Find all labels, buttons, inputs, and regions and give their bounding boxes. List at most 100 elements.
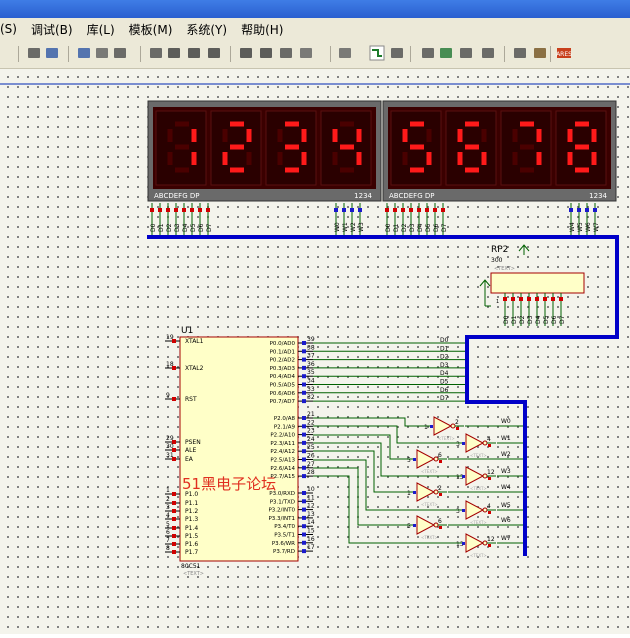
rp2-pin-marker xyxy=(511,297,515,301)
redo-icon[interactable] xyxy=(76,45,92,61)
inverter-4-out-num: 2 xyxy=(438,485,442,492)
make-device-icon[interactable] xyxy=(278,45,294,61)
u1-left-pin-number: 3 xyxy=(166,504,170,511)
u1-p0-pin-marker xyxy=(302,399,306,404)
inverter-4-out-marker xyxy=(439,493,442,496)
block-move-icon[interactable] xyxy=(186,45,202,61)
inverter-6-in-marker xyxy=(413,524,416,527)
u1-p3-pin-marker xyxy=(302,540,306,545)
pick-device-icon[interactable] xyxy=(258,45,274,61)
electrical-rule-check-icon[interactable] xyxy=(532,45,548,61)
u1-left-pin-marker xyxy=(172,509,176,513)
display-right-com-pin-label: W7 xyxy=(593,222,600,232)
display-left-com-pin-label: W2 xyxy=(350,222,357,232)
inverter-7-text: <TEXT> xyxy=(470,553,487,558)
u1-p0-pin-marker xyxy=(302,349,306,354)
inverter-0-body xyxy=(433,416,453,436)
inverter-7-out-num: 12 xyxy=(487,536,495,543)
inverter-0-out-marker xyxy=(456,427,459,430)
display-left-seg-pin-marker xyxy=(166,208,170,212)
title-bar xyxy=(0,0,630,18)
wire-autorouter-icon[interactable] xyxy=(369,45,385,61)
u1-left-pin-number: 30 xyxy=(166,443,174,450)
arrow-icon[interactable] xyxy=(26,45,42,61)
copy-icon[interactable] xyxy=(112,45,128,61)
u1-p2-pin-name: P2.1/A9 xyxy=(274,424,296,430)
rp2-ref: RP2 xyxy=(491,245,508,255)
u1-p3-pin-number: 17 xyxy=(307,544,315,551)
inverter-5-body xyxy=(465,500,485,520)
block-copy-icon[interactable] xyxy=(166,45,182,61)
u1-left-pin-number: 31 xyxy=(166,452,174,459)
u1-p2-pin-marker xyxy=(302,432,306,437)
inverter-1-in-num: 3 xyxy=(456,441,460,448)
u1-left-pin-name: P1.6 xyxy=(185,541,198,548)
inverter-1-out-marker xyxy=(488,444,491,447)
display-left-seg-pin-marker xyxy=(158,208,162,212)
inverter-net-label: W3 xyxy=(501,468,511,475)
u1-p3-pin-name: P3.3/INT1 xyxy=(268,516,295,522)
menu-item-5[interactable]: 帮助(H) xyxy=(234,21,290,38)
inverter-3-text: <TEXT> xyxy=(470,486,487,491)
package-tool-icon[interactable] xyxy=(298,45,314,61)
u1-p3-pin-number: 13 xyxy=(307,511,315,518)
exit-to-parent-icon[interactable] xyxy=(480,45,496,61)
u1-left-pin-number: 18 xyxy=(166,361,174,368)
toolbar-separator xyxy=(140,46,141,62)
menu-item-4[interactable]: 系统(Y) xyxy=(179,21,234,38)
u1-p3-pin-name: P3.5/T1 xyxy=(274,533,295,539)
inverter-5-out-num: 4 xyxy=(487,503,491,510)
u1-p0-pin-marker xyxy=(302,357,306,362)
inverter-5-text: <TEXT> xyxy=(470,520,487,525)
u1-p0-pin-number: 35 xyxy=(307,369,315,376)
inverter-net-label: W1 xyxy=(501,435,511,442)
display-left-segment-label: ABCDEFG DP xyxy=(154,192,199,200)
rp2-pin-label: D2 xyxy=(519,315,526,324)
p2-wire xyxy=(313,450,413,493)
p0-net-label: D4 xyxy=(440,370,449,377)
display-right-seg-pin-label: D7 xyxy=(441,223,448,232)
bill-of-materials-icon[interactable] xyxy=(512,45,528,61)
inverter-6-in-num: 5 xyxy=(407,523,411,530)
u1-left-pin-number: 4 xyxy=(166,512,170,519)
u1-left-pin-name: RST xyxy=(185,396,197,403)
cut-icon[interactable] xyxy=(94,45,110,61)
u1-p0-pin-name: P0.5/AD5 xyxy=(270,383,296,389)
menu-item-3[interactable]: 模板(M) xyxy=(122,21,180,38)
block-delete-icon[interactable] xyxy=(238,45,254,61)
u1-p2-pin-marker xyxy=(302,457,306,462)
netlist-to-ares-icon[interactable]: ARES xyxy=(556,45,572,61)
inverter-2-body xyxy=(416,449,436,469)
menu-item-1[interactable]: 调试(B) xyxy=(24,21,80,38)
toolbar-separator xyxy=(330,46,331,62)
display-left-com-pin-marker xyxy=(358,208,362,212)
u1-left-pin-name: EA xyxy=(185,456,194,463)
display-left-seg-pin-label: D6 xyxy=(198,223,205,232)
display-left-com-pin-label: W3 xyxy=(358,222,365,232)
display-left-seg-pin-label: D2 xyxy=(166,223,173,232)
u1-p2-pin-marker xyxy=(302,449,306,454)
block-rotate-icon[interactable] xyxy=(206,45,222,61)
remove-sheet-icon[interactable] xyxy=(458,45,474,61)
menu-item-0[interactable]: (S) xyxy=(0,22,24,36)
property-tool-icon[interactable] xyxy=(420,45,436,61)
u1-left-pin-marker xyxy=(172,501,176,505)
decompose-icon[interactable] xyxy=(337,45,353,61)
u1-p2-pin-marker xyxy=(302,440,306,445)
u1-text: <TEXT> xyxy=(183,571,204,577)
display-left-seg-pin-label: D1 xyxy=(158,223,165,232)
inverter-2-in-marker xyxy=(413,458,416,461)
new-sheet-icon[interactable] xyxy=(438,45,454,61)
u1-p2-pin-number: 26 xyxy=(307,453,315,460)
inverter-5-in-marker xyxy=(462,509,465,512)
paste-icon[interactable] xyxy=(148,45,164,61)
search-tag-icon[interactable] xyxy=(389,45,405,61)
menu-item-2[interactable]: 库(L) xyxy=(80,21,122,38)
undo-icon[interactable] xyxy=(44,45,60,61)
schematic-canvas[interactable]: ABCDEFG DP 1234 ABCDEFG DP 1234 D0 D1 D2 D3 D4 D5… xyxy=(0,69,630,634)
rp2-pin-marker xyxy=(559,297,563,301)
u1-p0-pin-name: P0.3/AD3 xyxy=(270,366,296,372)
inverter-1-out-num: 4 xyxy=(487,436,491,443)
u1-p0-pin-number: 39 xyxy=(307,336,315,343)
p0-net-label: D1 xyxy=(440,345,449,352)
